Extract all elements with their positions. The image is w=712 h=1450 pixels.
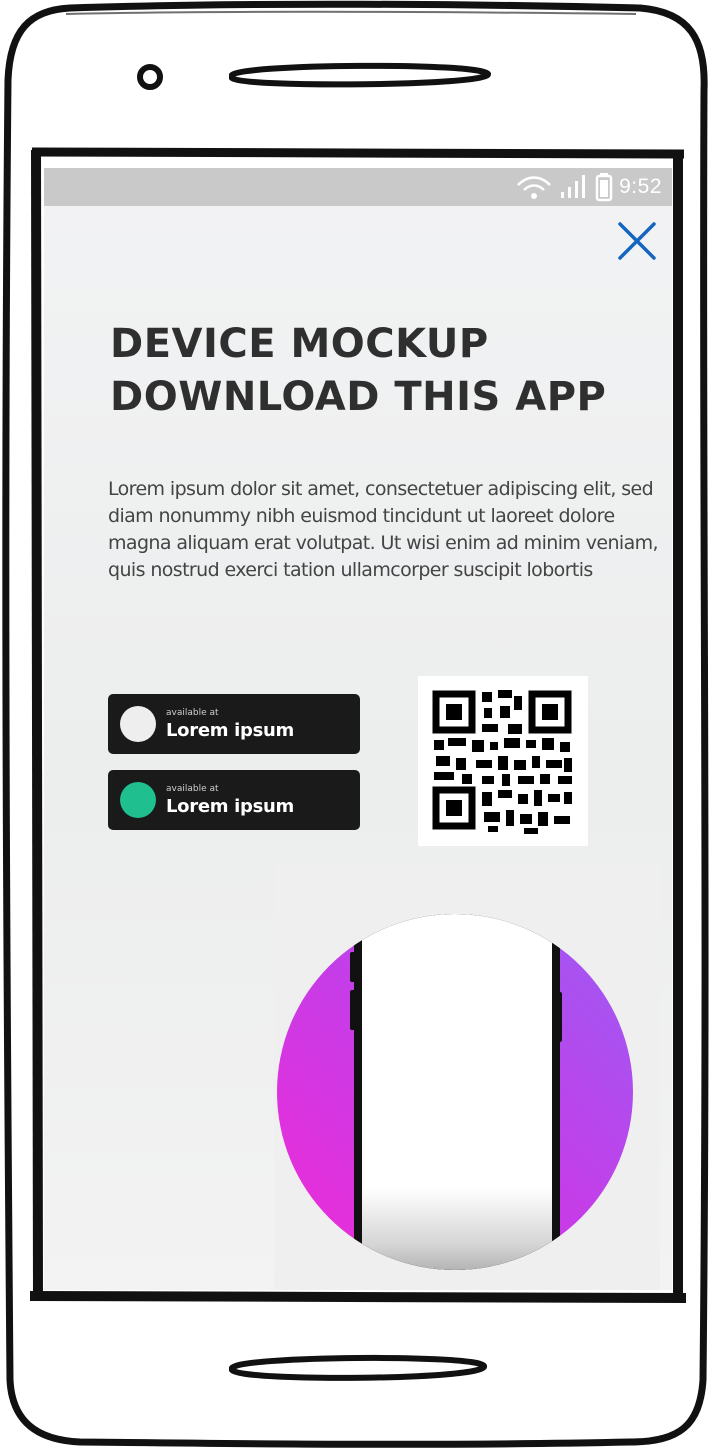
badge-label: Lorem ipsum [166, 720, 294, 741]
ad-title: DEVICE MOCKUP DOWNLOAD THIS APP [110, 318, 650, 424]
phone-illustration [274, 862, 660, 1290]
app-screen: 9:52 DEVICE MOCKUP DOWNLOAD THIS APP Lor… [44, 168, 672, 1290]
status-bar: 9:52 [44, 168, 672, 206]
badge-label: Lorem ipsum [166, 796, 294, 817]
store-badge-2[interactable]: available at Lorem ipsum [108, 770, 360, 830]
ad-title-line-2: DOWNLOAD THIS APP [110, 374, 607, 420]
ad-description: Lorem ipsum dolor sit amet, consectetuer… [108, 478, 659, 581]
qr-code-icon [418, 676, 588, 846]
store-badge-1[interactable]: available at Lorem ipsum [108, 694, 360, 754]
home-button[interactable] [228, 1352, 490, 1386]
battery-icon [595, 173, 613, 202]
camera-icon [137, 64, 163, 90]
phone-wireframe: 9:52 DEVICE MOCKUP DOWNLOAD THIS APP Lor… [0, 0, 712, 1450]
wifi-icon [517, 176, 552, 199]
store-logo-icon [120, 706, 156, 742]
phone-mockup-image [277, 914, 633, 1270]
status-time: 9:52 [619, 175, 662, 198]
close-icon[interactable] [616, 220, 658, 262]
badge-caption: available at [166, 708, 219, 718]
speaker-icon [229, 62, 492, 88]
ad-title-line-1: DEVICE MOCKUP [110, 321, 489, 367]
badge-caption: available at [166, 784, 219, 794]
status-icons: 9:52 [515, 172, 662, 202]
signal-icon [561, 175, 586, 198]
store-logo-icon [120, 782, 156, 818]
